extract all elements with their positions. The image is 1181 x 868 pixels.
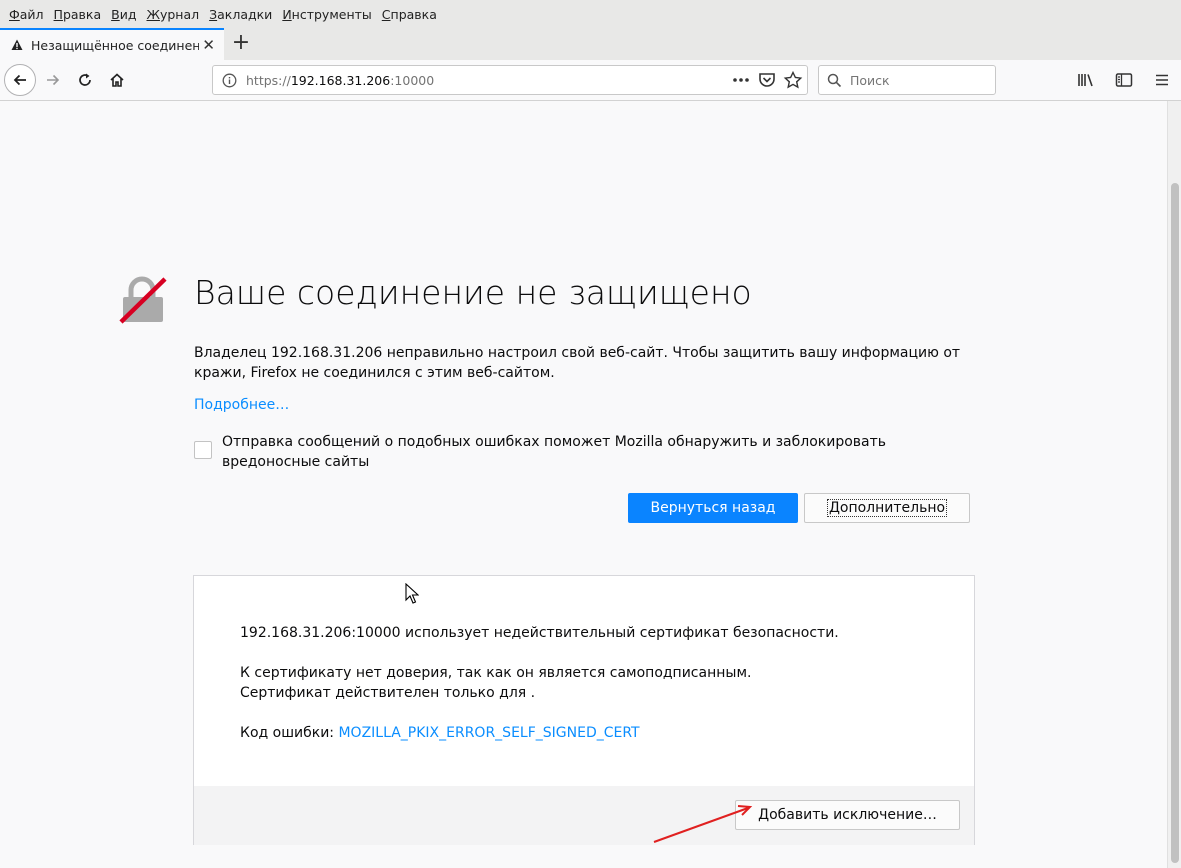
menu-view[interactable]: Вид <box>106 7 141 22</box>
url-text[interactable]: https://192.168.31.206:10000 <box>246 73 434 88</box>
menu-history[interactable]: Журнал <box>141 7 204 22</box>
pocket-icon[interactable] <box>757 71 777 89</box>
toolbar-right <box>1067 64 1181 96</box>
details-line-1: 192.168.31.206:10000 использует недейств… <box>240 625 839 641</box>
scrollbar-thumb[interactable] <box>1171 183 1179 863</box>
menu-help[interactable]: Справка <box>377 7 442 22</box>
report-checkbox-label[interactable]: Отправка сообщений о подобных ошибках по… <box>222 432 962 472</box>
sidebar-icon <box>1115 73 1133 87</box>
add-exception-button[interactable]: Добавить исключение… <box>735 800 960 830</box>
new-tab-button[interactable]: + <box>230 31 252 57</box>
url-actions <box>731 71 803 89</box>
broken-lock-icon <box>119 276 167 324</box>
back-button[interactable] <box>4 64 36 96</box>
red-annotation-arrow-icon <box>653 805 753 843</box>
forward-button[interactable] <box>37 64 69 96</box>
advanced-button[interactable]: Дополнительно <box>804 493 970 523</box>
hamburger-icon <box>1156 74 1168 86</box>
error-code-label: Код ошибки: <box>240 725 339 741</box>
sidebar-button[interactable] <box>1105 64 1143 96</box>
tab-active[interactable]: Незащищённое соединение ✕ <box>0 28 224 60</box>
mouse-cursor-icon <box>405 583 419 604</box>
menu-bar: Файл Правка Вид Журнал Закладки Инструме… <box>0 0 1181 28</box>
details-line-2: К сертификату нет доверия, так как он яв… <box>240 665 752 681</box>
home-icon <box>110 73 124 87</box>
error-title: Ваше соединение не защищено <box>194 273 752 312</box>
menu-button[interactable] <box>1143 64 1181 96</box>
learn-more-link[interactable]: Подробнее… <box>194 397 289 413</box>
menu-bookmarks[interactable]: Закладки <box>204 7 277 22</box>
go-back-button[interactable]: Вернуться назад <box>628 493 798 523</box>
url-port: :10000 <box>390 72 435 88</box>
close-tab-icon[interactable]: ✕ <box>202 36 215 54</box>
panel-footer: Добавить исключение… <box>194 786 974 845</box>
reload-icon <box>79 73 91 86</box>
url-bar[interactable]: https://192.168.31.206:10000 <box>212 65 808 95</box>
menu-edit[interactable]: Правка <box>49 7 107 22</box>
url-scheme: https:// <box>246 72 291 88</box>
search-input[interactable] <box>850 72 990 88</box>
warning-icon <box>11 39 23 50</box>
error-page: Ваше соединение не защищено Владелец 192… <box>0 101 1167 868</box>
library-button[interactable] <box>1067 64 1105 96</box>
bookmark-star-icon[interactable] <box>783 71 803 89</box>
report-checkbox[interactable] <box>194 441 212 459</box>
tab-bar: Незащищённое соединение ✕ + <box>0 28 1181 60</box>
page-scrollbar[interactable] <box>1167 101 1181 868</box>
arrow-right-icon <box>47 74 60 86</box>
error-code-link[interactable]: MOZILLA_PKIX_ERROR_SELF_SIGNED_CERT <box>338 725 639 741</box>
menu-tools[interactable]: Инструменты <box>277 7 376 22</box>
info-icon[interactable] <box>222 73 237 88</box>
arrow-left-icon <box>13 74 26 86</box>
reload-button[interactable] <box>69 64 101 96</box>
search-bar[interactable] <box>818 65 996 95</box>
url-host: 192.168.31.206 <box>290 72 391 88</box>
menu-file[interactable]: Файл <box>4 7 49 22</box>
home-button[interactable] <box>101 64 133 96</box>
advanced-panel: 192.168.31.206:10000 использует недейств… <box>193 575 975 845</box>
nav-bar: https://192.168.31.206:10000 <box>0 60 1181 101</box>
advanced-button-label: Дополнительно <box>826 499 948 517</box>
tab-title: Незащищённое соединение <box>31 37 199 53</box>
error-code-line: Код ошибки: MOZILLA_PKIX_ERROR_SELF_SIGN… <box>240 723 640 743</box>
search-icon <box>827 73 842 87</box>
page-actions-icon[interactable] <box>731 71 751 89</box>
library-icon <box>1078 74 1093 87</box>
details-line-3: Сертификат действителен только для . <box>240 685 536 701</box>
error-description: Владелец 192.168.31.206 неправильно наст… <box>194 345 961 381</box>
